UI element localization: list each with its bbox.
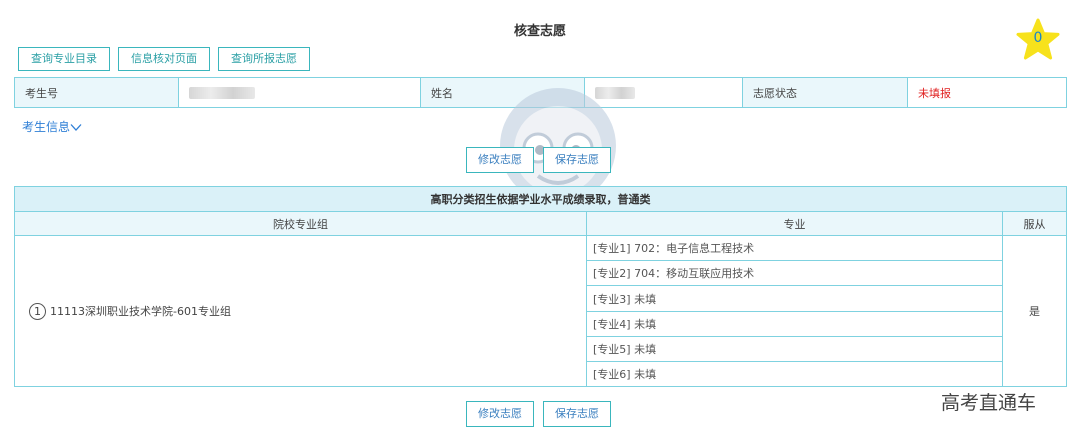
- student-info-toggle[interactable]: 考生信息: [22, 118, 82, 135]
- category-title: 高职分类招生依据学业水平成绩录取，普通类: [14, 185, 1067, 213]
- exam-no-value: [178, 77, 421, 108]
- name-label: 姓名: [420, 77, 585, 108]
- save-volunteer-button-bottom[interactable]: 保存志愿: [543, 401, 611, 427]
- group-index-badge: 1: [29, 302, 46, 320]
- exam-no-label: 考生号: [14, 77, 179, 108]
- redacted-exam-no: [189, 87, 255, 99]
- status-value: 未填报: [907, 77, 1067, 108]
- group-column-header: 院校专业组: [14, 211, 587, 237]
- page-title: 核查志愿: [513, 24, 566, 39]
- query-submitted-volunteer-button[interactable]: 查询所报志愿: [218, 47, 310, 71]
- modify-volunteer-button-bottom[interactable]: 修改志愿: [466, 401, 534, 427]
- major-item: [专业4] 未填: [586, 310, 1003, 337]
- major-item: [专业6] 未填: [586, 360, 1003, 388]
- top-toolbar: 查询专业目录 信息核对页面 查询所报志愿: [18, 47, 310, 71]
- major-item: [专业3] 未填: [586, 285, 1003, 312]
- query-major-catalog-button[interactable]: 查询专业目录: [18, 47, 110, 71]
- major-item: [专业1] 702：电子信息工程技术: [586, 235, 1003, 262]
- star-count: 0: [1033, 30, 1043, 46]
- status-label: 志愿状态: [742, 77, 908, 108]
- redacted-name: [595, 87, 635, 99]
- major-item: [专业2] 704：移动互联应用技术: [586, 260, 1003, 287]
- name-value: [584, 77, 743, 108]
- group-name: 11113深圳职业技术学院-601专业组: [50, 304, 231, 318]
- action-buttons-bottom: 修改志愿 保存志愿: [466, 401, 611, 427]
- school-group-cell: 1 11113深圳职业技术学院-601专业组: [14, 235, 587, 387]
- brand-watermark-text: 高考直通车: [941, 392, 1037, 414]
- modify-volunteer-button[interactable]: 修改志愿: [466, 147, 534, 173]
- volunteer-table: 高职分类招生依据学业水平成绩录取，普通类 院校专业组 专业 服从 1 11113深…: [14, 185, 1067, 388]
- obey-column-header: 服从: [1002, 211, 1067, 237]
- student-info-label: 考生信息: [22, 120, 71, 134]
- action-buttons-top: 修改志愿 保存志愿: [466, 147, 611, 173]
- save-volunteer-button[interactable]: 保存志愿: [543, 147, 611, 173]
- major-item: [专业5] 未填: [586, 335, 1003, 362]
- star-badge[interactable]: 0: [1016, 18, 1060, 62]
- major-column-header: 专业: [586, 211, 1003, 237]
- info-verify-page-button[interactable]: 信息核对页面: [118, 47, 210, 71]
- student-info-table: 考生号 姓名 志愿状态 未填报: [14, 77, 1067, 108]
- chevron-down-icon: [70, 120, 82, 134]
- obey-value: 是: [1002, 235, 1067, 387]
